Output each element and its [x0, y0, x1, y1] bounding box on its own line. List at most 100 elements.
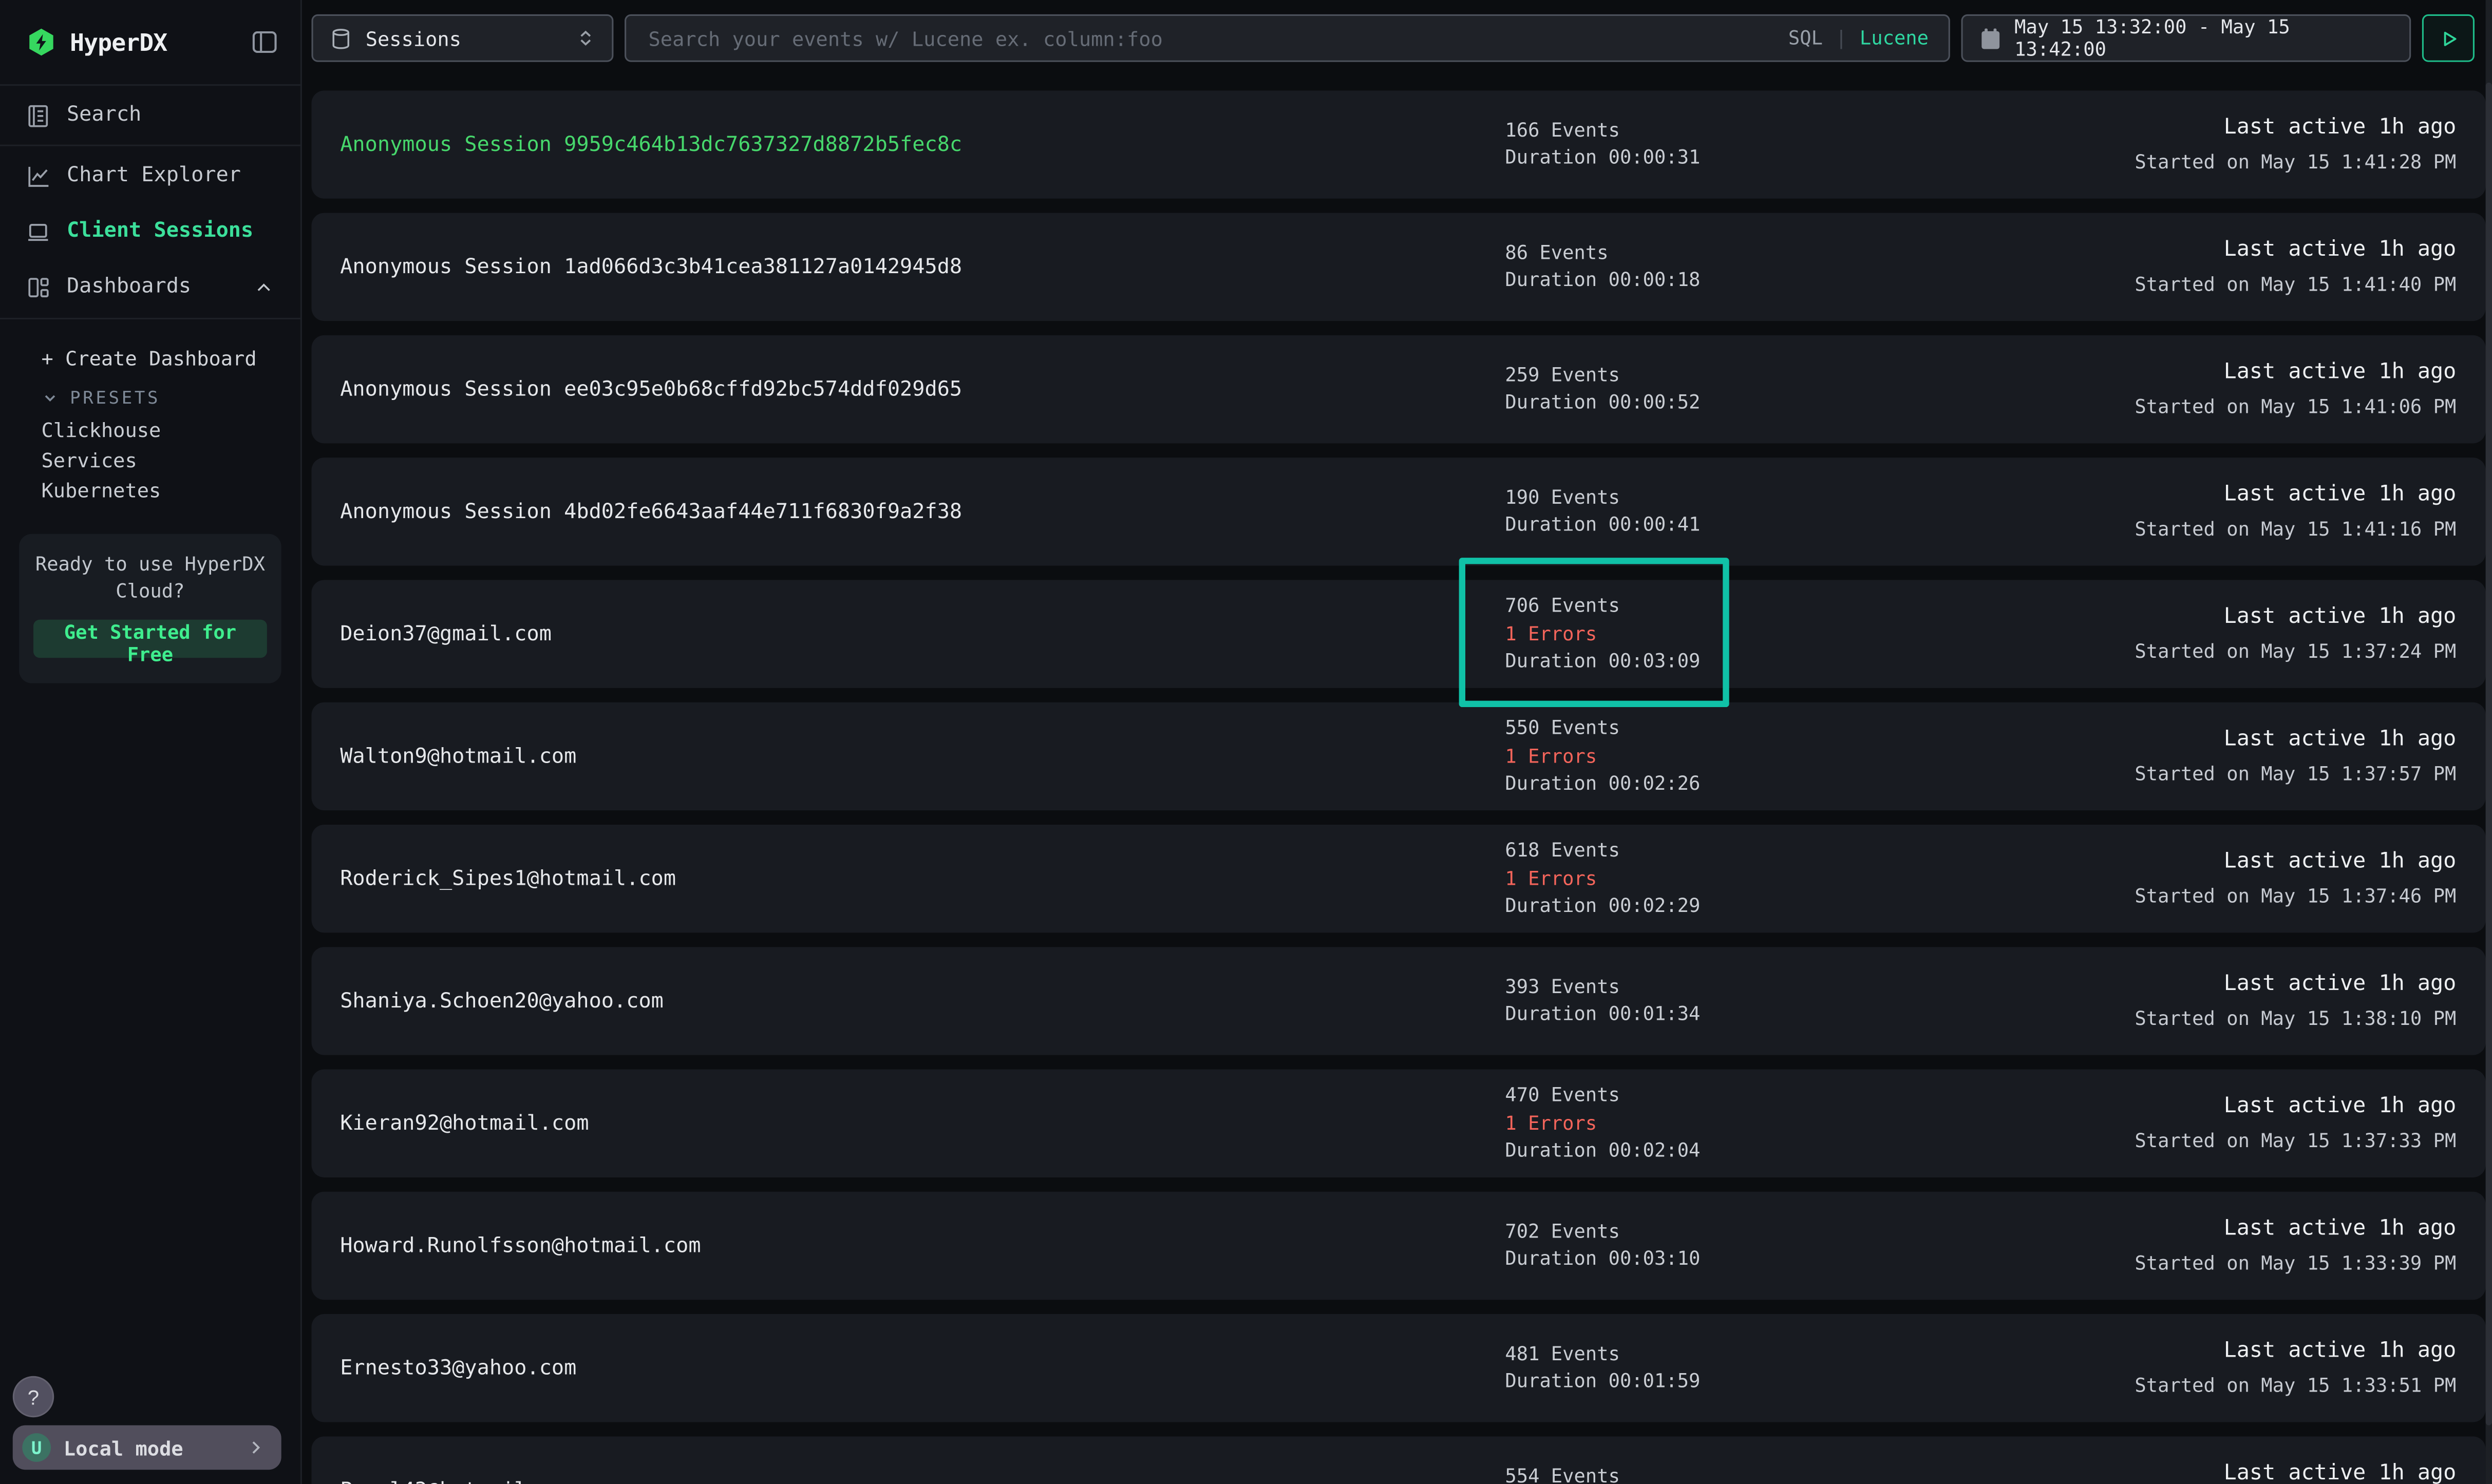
session-stats: 190 Events Duration 00:00:41 — [1505, 486, 1700, 538]
source-select[interactable]: Sessions — [312, 14, 614, 62]
session-started: Started on May 15 1:33:39 PM — [2135, 1250, 2456, 1276]
session-last-active: Last active 1h ago — [2135, 604, 2456, 631]
session-events: 190 Events — [1505, 486, 1700, 509]
session-row[interactable]: Anonymous Session 9959c464b13dc7637327d8… — [312, 90, 2485, 198]
session-started: Started on May 15 1:41:06 PM — [2135, 394, 2456, 420]
session-last-active: Last active 1h ago — [2224, 1460, 2457, 1484]
session-events: 550 Events — [1505, 717, 1700, 740]
session-events: 702 Events — [1505, 1220, 1700, 1244]
sidebar: HyperDX Search — [0, 0, 302, 1484]
search-logs-icon — [26, 103, 51, 128]
session-events: 470 Events — [1505, 1083, 1700, 1107]
search-input[interactable] — [645, 25, 1776, 52]
session-title: Pearl43@hotmail.com — [340, 1478, 1505, 1484]
session-last-active: Last active 1h ago — [2135, 482, 2456, 509]
create-dashboard-button[interactable]: + Create Dashboard — [0, 337, 300, 380]
scrollbar-thumb[interactable] — [2485, 83, 2492, 1425]
session-row[interactable]: Roderick_Sipes1@hotmail.com 618 Events 1… — [312, 825, 2485, 933]
session-started: Started on May 15 1:33:51 PM — [2135, 1373, 2456, 1399]
user-menu-button[interactable]: U Local mode — [13, 1425, 281, 1470]
session-row[interactable]: Walton9@hotmail.com 550 Events 1 Errors … — [312, 702, 2485, 810]
session-meta: Last active 1h ago Started on May 15 1:3… — [2135, 604, 2456, 664]
session-duration: Duration 00:00:52 — [1505, 391, 1700, 415]
session-last-active: Last active 1h ago — [2135, 1338, 2456, 1365]
run-search-button[interactable] — [2421, 14, 2474, 62]
sidebar-collapse-button[interactable] — [251, 29, 278, 56]
database-icon — [329, 26, 353, 50]
help-button[interactable]: ? — [13, 1376, 54, 1417]
session-row[interactable]: Kieran92@hotmail.com 470 Events 1 Errors… — [312, 1070, 2485, 1177]
session-duration: Duration 00:03:09 — [1505, 650, 1700, 674]
chevron-right-icon — [247, 1438, 266, 1457]
session-meta: Last active 1h ago Started on May 15 1:3… — [2135, 726, 2456, 787]
session-meta: Last active 1h ago Started on May 15 1:3… — [2135, 1338, 2456, 1398]
session-stats: 470 Events 1 Errors Duration 00:02:04 — [1505, 1083, 1700, 1163]
session-meta: Last active 1h ago Started on May 15 1:4… — [2135, 482, 2456, 542]
session-title: Anonymous Session 4bd02fe6643aaf44e711f6… — [340, 500, 1505, 523]
session-title: Walton9@hotmail.com — [340, 745, 1505, 768]
session-last-active: Last active 1h ago — [2135, 726, 2456, 753]
mode-sql-toggle[interactable]: SQL — [1788, 27, 1823, 49]
session-stats: 393 Events Duration 00:01:34 — [1505, 975, 1700, 1027]
session-row[interactable]: Deion37@gmail.com 706 Events 1 Errors Du… — [312, 580, 2485, 688]
cloud-promo-text: Ready to use HyperDX Cloud? — [33, 551, 267, 605]
session-stats: 86 Events Duration 00:00:18 — [1505, 241, 1700, 293]
session-title: Shaniya.Schoen20@yahoo.com — [340, 989, 1505, 1013]
session-meta: Last active 1h ago — [2224, 1460, 2457, 1484]
hyperdx-logo-icon — [26, 26, 58, 58]
session-title: Anonymous Session 9959c464b13dc7637327d8… — [340, 132, 1505, 156]
session-errors: 1 Errors — [1505, 745, 1700, 768]
session-meta: Last active 1h ago Started on May 15 1:4… — [2135, 237, 2456, 297]
preset-item-services[interactable]: Services — [0, 445, 300, 475]
session-stats: 166 Events Duration 00:00:31 — [1505, 119, 1700, 170]
session-meta: Last active 1h ago Started on May 15 1:3… — [2135, 1215, 2456, 1276]
session-row[interactable]: Shaniya.Schoen20@yahoo.com 393 Events Du… — [312, 947, 2485, 1055]
session-row[interactable]: Howard.Runolfsson@hotmail.com 702 Events… — [312, 1192, 2485, 1300]
chart-icon — [26, 163, 51, 188]
sidebar-item-chart-explorer[interactable]: Chart Explorer — [0, 148, 300, 203]
sidebar-item-client-sessions[interactable]: Client Sessions — [0, 203, 300, 259]
session-events: 259 Events — [1505, 364, 1700, 387]
create-dashboard-label: + Create Dashboard — [41, 347, 256, 370]
session-errors: 1 Errors — [1505, 622, 1700, 645]
session-started: Started on May 15 1:37:24 PM — [2135, 639, 2456, 664]
scrollbar-track — [2485, 0, 2492, 1484]
question-mark-icon: ? — [28, 1385, 39, 1409]
session-last-active: Last active 1h ago — [2135, 1215, 2456, 1243]
preset-item-kubernetes[interactable]: Kubernetes — [0, 475, 300, 505]
topbar: Sessions SQL | Lucene — [304, 0, 2492, 62]
session-started: Started on May 15 1:37:46 PM — [2135, 883, 2456, 909]
session-row[interactable]: Ernesto33@yahoo.com 481 Events Duration … — [312, 1314, 2485, 1422]
time-range-picker[interactable]: May 15 13:32:00 - May 15 13:42:00 — [1960, 14, 2410, 62]
preset-label: Clickhouse — [41, 418, 161, 442]
mode-divider: | — [1836, 27, 1847, 49]
session-stats: 618 Events 1 Errors Duration 00:02:29 — [1505, 839, 1700, 919]
panel-left-icon — [251, 29, 278, 56]
preset-item-clickhouse[interactable]: Clickhouse — [0, 415, 300, 445]
session-row[interactable]: Anonymous Session 1ad066d3c3b41cea381127… — [312, 213, 2485, 321]
presets-label: PRESETS — [70, 387, 160, 407]
sidebar-item-search[interactable]: Search — [0, 84, 300, 146]
session-started: Started on May 15 1:41:28 PM — [2135, 149, 2456, 175]
dashboards-icon — [26, 274, 51, 300]
session-list: Anonymous Session 9959c464b13dc7637327d8… — [304, 62, 2492, 1484]
session-duration: Duration 00:00:31 — [1505, 146, 1700, 170]
mode-lucene-toggle[interactable]: Lucene — [1860, 27, 1929, 49]
session-meta: Last active 1h ago Started on May 15 1:3… — [2135, 1093, 2456, 1154]
session-title: Ernesto33@yahoo.com — [340, 1356, 1505, 1380]
session-last-active: Last active 1h ago — [2135, 237, 2456, 264]
session-started: Started on May 15 1:41:16 PM — [2135, 517, 2456, 542]
session-duration: Duration 00:00:18 — [1505, 269, 1700, 293]
session-stats: 554 Events — [1505, 1464, 1620, 1484]
presets-section-toggle[interactable]: PRESETS — [0, 380, 300, 415]
session-duration: Duration 00:00:41 — [1505, 513, 1700, 537]
session-row[interactable]: Anonymous Session ee03c95e0b68cffd92bc57… — [312, 335, 2485, 443]
session-row[interactable]: Anonymous Session 4bd02fe6643aaf44e711f6… — [312, 458, 2485, 565]
session-duration: Duration 00:01:59 — [1505, 1370, 1700, 1394]
sidebar-item-label: Client Sessions — [67, 219, 253, 243]
get-started-button[interactable]: Get Started for Free — [33, 620, 267, 658]
sidebar-item-dashboards[interactable]: Dashboards — [0, 259, 300, 314]
session-row[interactable]: Pearl43@hotmail.com 554 Events Last acti… — [312, 1436, 2485, 1484]
preset-label: Services — [41, 448, 137, 472]
session-duration: Duration 00:02:04 — [1505, 1139, 1700, 1163]
